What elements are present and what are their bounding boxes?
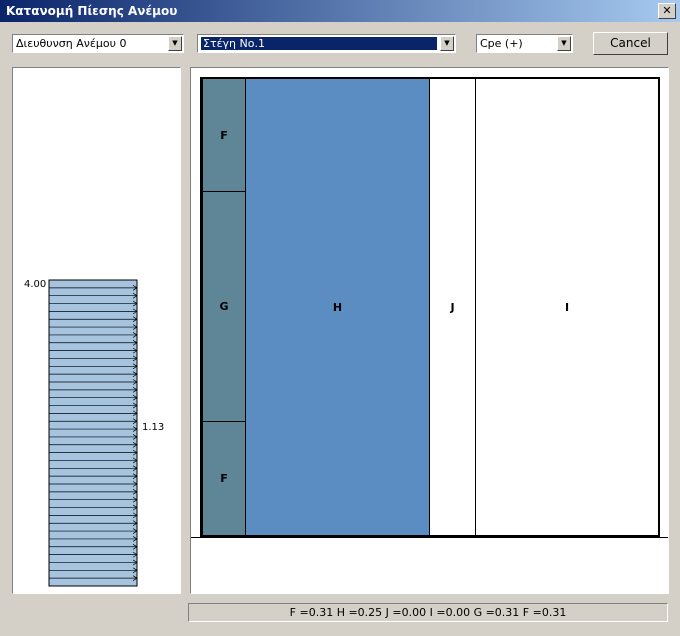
cpe-select[interactable]: Cpe (+) ▼ xyxy=(476,34,573,53)
wind-direction-value: Διευθυνση Ανέμου 0 xyxy=(16,37,127,50)
profile-mid-label: 1.13 xyxy=(142,422,165,433)
chevron-down-icon[interactable]: ▼ xyxy=(168,36,182,51)
pressure-profile-diagram xyxy=(48,279,138,587)
pressure-profile-panel: 4.00 1.13 xyxy=(12,67,181,594)
chevron-down-icon[interactable]: ▼ xyxy=(557,36,571,51)
zone-g: G xyxy=(203,192,246,422)
roof-baseline xyxy=(191,537,668,538)
cancel-button[interactable]: Cancel xyxy=(593,32,668,55)
chevron-down-icon[interactable]: ▼ xyxy=(440,36,454,51)
window-title: Κατανομή Πίεσης Ανέμου xyxy=(6,4,178,18)
roof-select[interactable]: Στέγη Νο.1 ▼ xyxy=(197,34,456,53)
wind-direction-select[interactable]: Διευθυνση Ανέμου 0 ▼ xyxy=(12,34,184,53)
roof-value: Στέγη Νο.1 xyxy=(201,37,437,50)
roof-zones-panel: F G F H J I xyxy=(190,67,669,594)
profile-top-label: 4.00 xyxy=(24,279,47,290)
zone-i: I xyxy=(476,79,658,535)
zone-j: J xyxy=(430,79,476,535)
zone-f-bottom: F xyxy=(203,422,246,535)
zone-h: H xyxy=(246,79,430,535)
close-button[interactable]: ✕ xyxy=(658,3,676,19)
zone-f-top: F xyxy=(203,79,246,192)
pressure-block xyxy=(48,279,138,587)
cpe-value: Cpe (+) xyxy=(480,37,523,50)
status-bar: F =0.31 H =0.25 J =0.00 I =0.00 G =0.31 … xyxy=(188,603,668,622)
title-bar: Κατανομή Πίεσης Ανέμου ✕ xyxy=(0,0,680,22)
